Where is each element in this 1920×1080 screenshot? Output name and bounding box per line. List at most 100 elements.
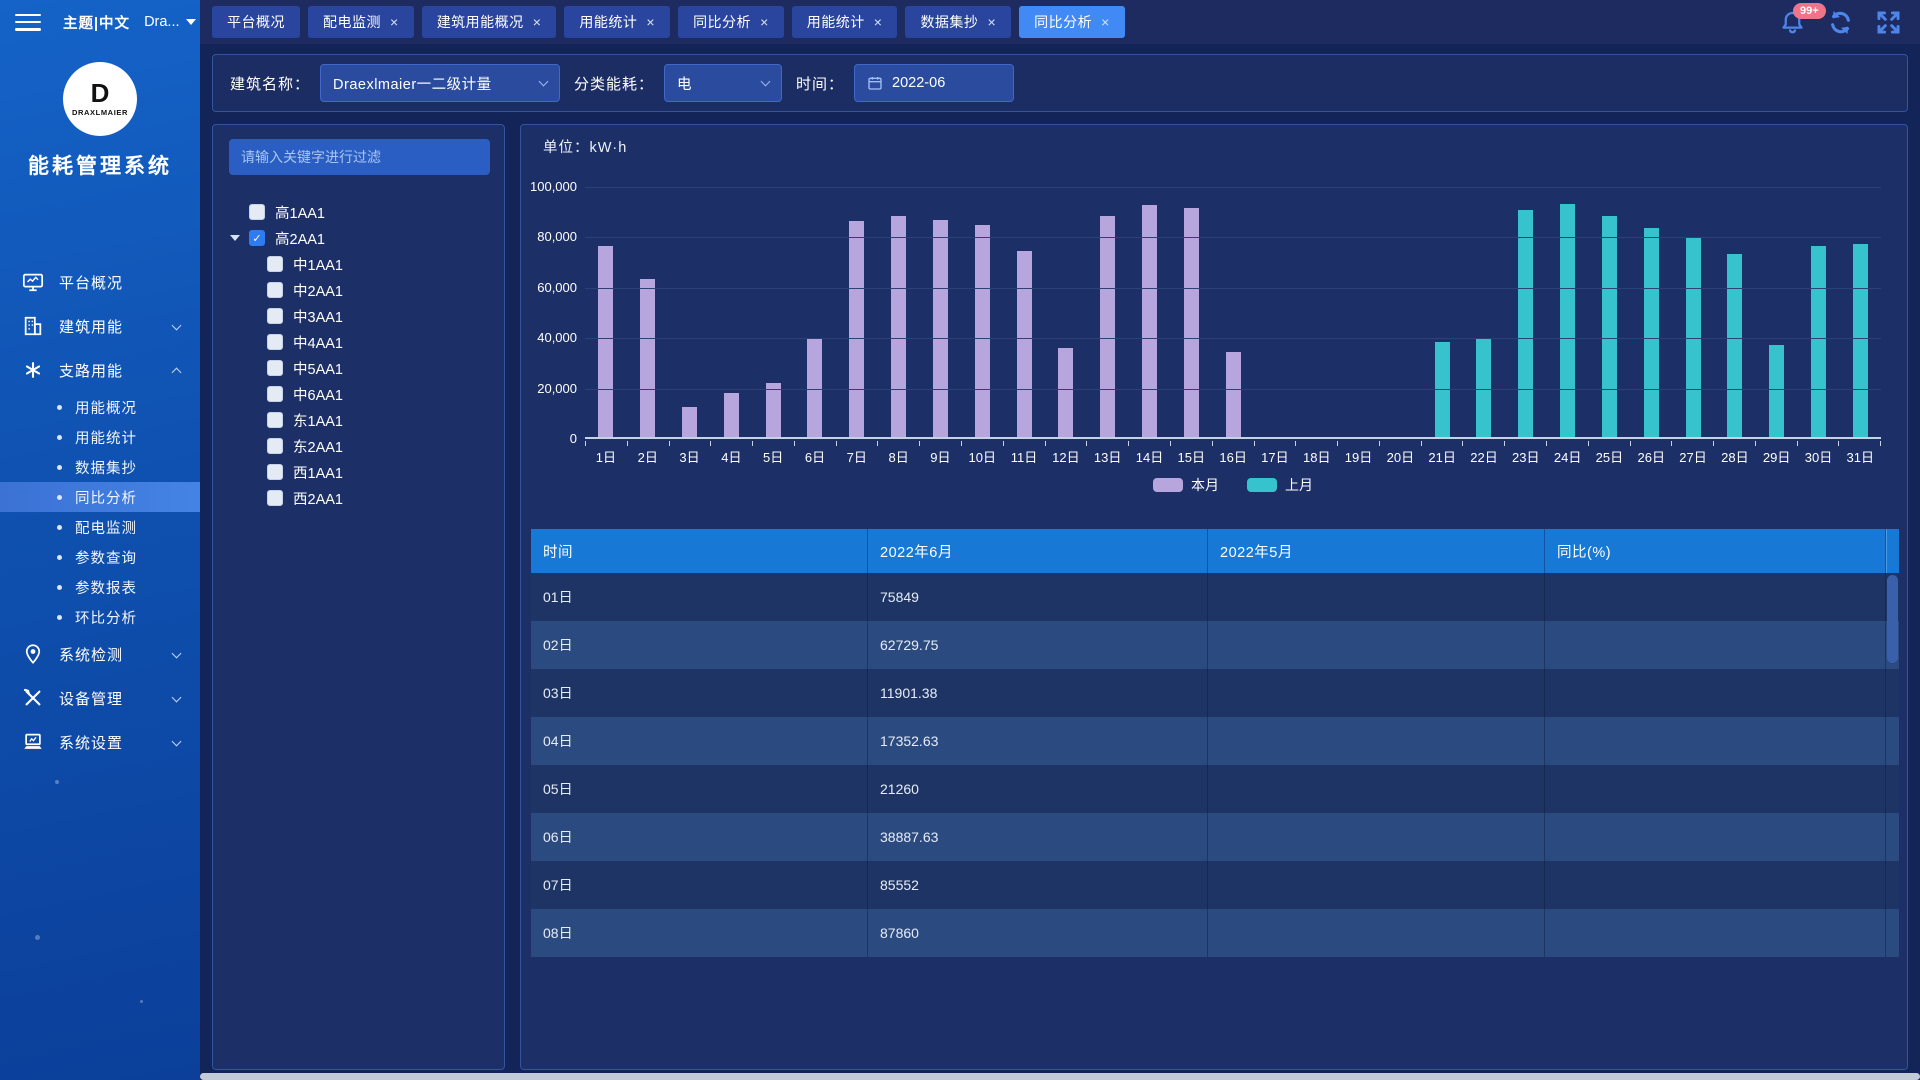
tree-item-中5AA1[interactable]: 中5AA1 <box>213 355 504 381</box>
energy-type-select[interactable]: 电 <box>664 64 782 102</box>
x-tick <box>1004 441 1046 446</box>
tab-close-icon[interactable]: × <box>646 15 655 29</box>
sidebar-item-系统设置[interactable]: 系统设置 <box>0 720 200 764</box>
menu-label: 系统设置 <box>59 732 123 753</box>
tree-checkbox[interactable] <box>267 282 283 298</box>
tree-checkbox[interactable] <box>267 334 283 350</box>
sidebar-item-设备管理[interactable]: 设备管理 <box>0 676 200 720</box>
legend-item-上月[interactable]: 上月 <box>1247 475 1313 495</box>
tree-item-东1AA1[interactable]: 东1AA1 <box>213 407 504 433</box>
table-cell: 02日 <box>531 621 868 669</box>
tree-label: 中1AA1 <box>293 254 343 275</box>
tab-同比分析[interactable]: 同比分析× <box>1019 6 1125 38</box>
tab-配电监测[interactable]: 配电监测× <box>308 6 414 38</box>
table-scrollbar-thumb[interactable] <box>1887 575 1898 663</box>
tab-close-icon[interactable]: × <box>760 15 769 29</box>
tree-checkbox[interactable] <box>267 256 283 272</box>
bar-上月 <box>1518 210 1533 437</box>
sidebar-subitem-用能统计[interactable]: 用能统计 <box>0 422 200 452</box>
tab-平台概况[interactable]: 平台概况 <box>212 6 300 38</box>
tree-checkbox[interactable] <box>267 360 283 376</box>
bar-本月 <box>640 279 655 437</box>
sidebar-subitem-参数查询[interactable]: 参数查询 <box>0 542 200 572</box>
hamburger-menu-icon[interactable] <box>15 14 41 31</box>
tab-数据集抄[interactable]: 数据集抄 × <box>905 6 1011 38</box>
table-cell: 05日 <box>531 765 868 813</box>
legend-item-本月[interactable]: 本月 <box>1153 475 1219 495</box>
tab-close-icon[interactable]: × <box>533 15 542 29</box>
theme-language-label[interactable]: 主题|中文 <box>63 12 130 33</box>
sidebar-subitem-环比分析[interactable]: 环比分析 <box>0 602 200 632</box>
x-tick <box>1714 441 1756 446</box>
decor-dot <box>35 935 40 940</box>
sidebar-subitem-用能概况[interactable]: 用能概况 <box>0 392 200 422</box>
date-picker[interactable]: 2022-06 <box>854 64 1014 102</box>
x-tick-label: 20日 <box>1379 447 1421 466</box>
tree-checkbox[interactable] <box>267 412 283 428</box>
sidebar-item-平台概况[interactable]: 平台概况 <box>0 260 200 304</box>
tree-checkbox[interactable] <box>267 386 283 402</box>
tree-item-中1AA1[interactable]: 中1AA1 <box>213 251 504 277</box>
notification-bell-icon[interactable]: 99+ <box>1779 9 1806 36</box>
tree-checkbox[interactable] <box>267 464 283 480</box>
tree-item-高2AA1[interactable]: ✓高2AA1 <box>213 225 504 251</box>
gridline <box>585 389 1881 390</box>
refresh-icon[interactable] <box>1827 9 1854 36</box>
bar-上月 <box>1727 254 1742 437</box>
table-cell <box>1208 669 1545 717</box>
horizontal-scrollbar[interactable] <box>200 1073 1920 1080</box>
sidebar-item-系统检测[interactable]: 系统检测 <box>0 632 200 676</box>
tab-label: 数据集抄 <box>920 12 978 32</box>
chart-unit-label: 单位：kW·h <box>543 136 627 157</box>
tree-label: 西2AA1 <box>293 488 343 509</box>
sidebar-subitem-同比分析[interactable]: 同比分析 <box>0 482 200 512</box>
tree-expand-icon[interactable] <box>230 235 240 241</box>
tree-item-东2AA1[interactable]: 东2AA1 <box>213 433 504 459</box>
sidebar-item-支路用能[interactable]: 支路用能 <box>0 348 200 392</box>
tree-checkbox[interactable] <box>267 490 283 506</box>
tree-item-中6AA1[interactable]: 中6AA1 <box>213 381 504 407</box>
tree-checkbox[interactable] <box>267 308 283 324</box>
tree-checkbox[interactable]: ✓ <box>249 230 265 246</box>
building-select[interactable]: Draexlmaier一二级计量 <box>320 64 560 102</box>
x-tick-label: 17日 <box>1254 447 1296 466</box>
tree-checkbox[interactable] <box>249 204 265 220</box>
tab-close-icon[interactable]: × <box>390 15 399 29</box>
x-tick-label: 6日 <box>794 447 836 466</box>
tab-close-icon[interactable]: × <box>874 15 883 29</box>
tree-checkbox[interactable] <box>267 438 283 454</box>
x-tick-label: 18日 <box>1296 447 1338 466</box>
tab-用能统计[interactable]: 用能统计 × <box>792 6 898 38</box>
tab-建筑用能概况[interactable]: 建筑用能概况× <box>422 6 557 38</box>
tree-item-中3AA1[interactable]: 中3AA1 <box>213 303 504 329</box>
sidebar-item-建筑用能[interactable]: 建筑用能 <box>0 304 200 348</box>
table-row: 08日87860 <box>531 909 1899 957</box>
tab-用能统计[interactable]: 用能统计× <box>564 6 670 38</box>
user-dropdown[interactable]: Dra... <box>144 14 195 30</box>
tree-item-高1AA1[interactable]: 高1AA1 <box>213 199 504 225</box>
sidebar-subitem-数据集抄[interactable]: 数据集抄 <box>0 452 200 482</box>
column-header-2022年5月: 2022年5月 <box>1208 529 1545 573</box>
table-cell <box>1208 861 1545 909</box>
x-tick <box>1672 441 1714 446</box>
tree-item-中2AA1[interactable]: 中2AA1 <box>213 277 504 303</box>
tab-close-icon[interactable]: × <box>987 15 996 29</box>
tree-item-中4AA1[interactable]: 中4AA1 <box>213 329 504 355</box>
bar-slot <box>1338 187 1380 437</box>
table-cell: 11901.38 <box>868 669 1208 717</box>
fullscreen-icon[interactable] <box>1875 9 1902 36</box>
table-cell <box>1208 765 1545 813</box>
tab-同比分析[interactable]: 同比分析× <box>678 6 784 38</box>
tree-item-西1AA1[interactable]: 西1AA1 <box>213 459 504 485</box>
row-scroll-gutter <box>1886 669 1899 717</box>
sidebar-subitem-参数报表[interactable]: 参数报表 <box>0 572 200 602</box>
x-tick <box>878 441 920 446</box>
tree-item-西2AA1[interactable]: 西2AA1 <box>213 485 504 511</box>
chart-plot-area <box>585 187 1881 439</box>
bullet-icon <box>57 585 62 590</box>
bar-slot <box>627 187 669 437</box>
tree-search-input[interactable] <box>229 139 490 175</box>
sidebar-subitem-配电监测[interactable]: 配电监测 <box>0 512 200 542</box>
tab-label: 用能统计 <box>807 12 865 32</box>
tab-close-icon[interactable]: × <box>1101 15 1110 29</box>
